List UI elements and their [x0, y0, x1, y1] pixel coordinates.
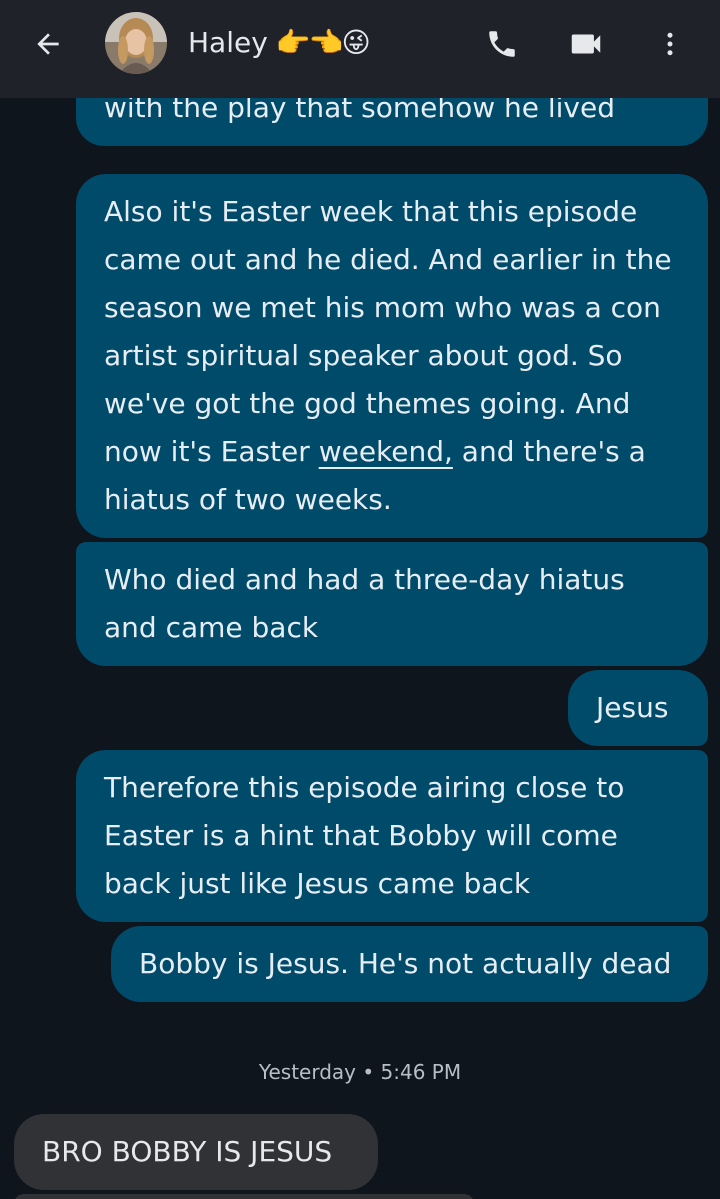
phone-icon[interactable] [478, 20, 526, 68]
message-bubble-incoming[interactable]: BRO BOBBY IS JESUS [14, 1114, 378, 1190]
more-vert-icon[interactable] [646, 20, 694, 68]
message-bubble-outgoing[interactable]: Therefore this episode airing close to E… [76, 750, 708, 922]
message-text: Jesus [596, 691, 669, 724]
video-icon[interactable] [562, 20, 610, 68]
smart-suggestion-link[interactable]: weekend, [319, 435, 453, 468]
contact-name-text: Haley [188, 26, 268, 59]
conversation-screen: with the play that somehow he lived Also… [0, 0, 720, 1199]
message-text-part: Also it's Easter week that this episode … [104, 195, 672, 468]
message-text: Also it's Easter week that this episode … [104, 188, 680, 524]
message-text: Who died and had a three-day hiatus and … [104, 563, 625, 644]
avatar[interactable] [105, 12, 167, 74]
message-text: BRO BOBBY IS JESUS [42, 1135, 333, 1168]
message-text: Therefore this episode airing close to E… [104, 771, 625, 900]
message-bubble-incoming[interactable] [14, 1194, 474, 1199]
contact-name[interactable]: Haley 👉👈😜 [188, 22, 371, 64]
message-bubble-outgoing[interactable]: Jesus [568, 670, 708, 746]
back-arrow-icon[interactable] [26, 22, 70, 66]
message-timestamp: Yesterday • 5:46 PM [258, 1060, 462, 1084]
conversation-header: Haley 👉👈😜 [0, 0, 720, 98]
message-bubble-outgoing[interactable]: Who died and had a three-day hiatus and … [76, 542, 708, 666]
message-bubble-outgoing[interactable]: Also it's Easter week that this episode … [76, 174, 708, 538]
message-text: Bobby is Jesus. He's not actually dead [139, 947, 672, 980]
contact-emoji: 👉👈😜 [275, 26, 371, 59]
message-bubble-outgoing[interactable]: Bobby is Jesus. He's not actually dead [111, 926, 708, 1002]
